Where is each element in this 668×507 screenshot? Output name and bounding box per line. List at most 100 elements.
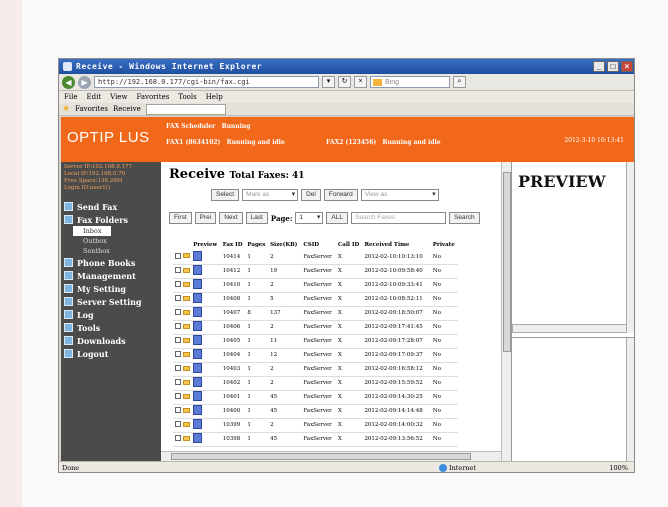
delete-button[interactable]: Del (301, 189, 321, 201)
sidebar-item-fax-folders[interactable]: Fax Folders (61, 213, 161, 226)
maximize-icon[interactable]: □ (607, 61, 619, 72)
preview-icon[interactable] (193, 265, 203, 275)
menu-view[interactable]: View (110, 91, 127, 103)
row-checkbox[interactable] (175, 281, 181, 287)
next-page-button[interactable]: Next (219, 212, 243, 224)
hscroll-thumb[interactable] (171, 453, 471, 460)
row-checkbox[interactable] (175, 267, 181, 273)
table-row[interactable]: 10405 1 11 FaxServer X 2012-02-09:17:28:07 No (173, 334, 458, 349)
row-checkbox[interactable] (175, 351, 181, 357)
sidebar-item-phone-books[interactable]: Phone Books (61, 256, 161, 269)
tab-blank[interactable] (145, 103, 226, 115)
select-button[interactable]: Select (211, 189, 240, 201)
all-button[interactable]: ALL (326, 212, 348, 224)
refresh-icon[interactable]: ↻ (338, 76, 351, 88)
page-select[interactable]: 1 (295, 212, 324, 224)
favorites-label[interactable]: Favorites (75, 105, 108, 113)
row-checkbox[interactable] (175, 323, 181, 329)
row-checkbox[interactable] (175, 393, 181, 399)
preview-icon[interactable] (193, 349, 203, 359)
preview-icon[interactable] (193, 433, 203, 443)
table-row[interactable]: 10398 1 45 FaxServer X 2012-02-09:13:56:52 No (173, 432, 458, 447)
back-icon[interactable]: ◀ (62, 75, 75, 89)
preview-icon[interactable] (193, 363, 203, 373)
row-checkbox[interactable] (175, 365, 181, 371)
minimize-icon[interactable]: _ (593, 61, 605, 72)
sidebar-item-management[interactable]: Management (61, 269, 161, 282)
preview-icon[interactable] (193, 391, 203, 401)
menu-file[interactable]: File (64, 91, 77, 103)
star-icon[interactable]: ★ (62, 104, 70, 114)
zoom-level[interactable]: 100% (609, 462, 628, 472)
security-zone: Internet (439, 462, 476, 472)
preview-icon[interactable] (193, 293, 203, 303)
sidebar-item-log[interactable]: Log (61, 308, 161, 321)
preview-icon[interactable] (193, 307, 203, 317)
preview-icon[interactable] (193, 321, 203, 331)
menu-favorites[interactable]: Favorites (136, 91, 169, 103)
preview-hscrollbar[interactable] (512, 324, 627, 333)
close-icon[interactable]: × (621, 61, 633, 72)
preview-icon[interactable] (193, 335, 203, 345)
url-input[interactable]: http://192.168.0.177/cgi-bin/fax.cgi (94, 76, 319, 88)
view-as-select[interactable]: View as (360, 189, 439, 201)
row-checkbox[interactable] (175, 337, 181, 343)
sidebar-sub-outbox[interactable]: Outbox (61, 236, 161, 246)
content-hscrollbar[interactable] (161, 451, 501, 461)
menu-edit[interactable]: Edit (86, 91, 101, 103)
search-faxes-input[interactable]: Search Faxes (351, 212, 446, 224)
stop-icon[interactable]: × (354, 76, 367, 88)
table-cell: 2012-02-09:15:59:52 (362, 376, 431, 391)
row-checkbox[interactable] (175, 295, 181, 301)
sidebar-item-send-fax[interactable]: Send Fax (61, 200, 161, 213)
mark-as-select[interactable]: Mark as (242, 189, 299, 201)
sidebar-sub-sentbox[interactable]: Sentbox (61, 246, 161, 256)
preview-icon[interactable] (193, 405, 203, 415)
table-row[interactable]: 10410 1 2 FaxServer X 2012-02-10:09:33:41 No (173, 278, 458, 293)
menu-help[interactable]: Help (206, 91, 223, 103)
row-checkbox[interactable] (175, 379, 181, 385)
row-checkbox[interactable] (175, 435, 181, 441)
table-row[interactable]: 10404 1 12 FaxServer X 2012-02-09:17:09:37 No (173, 348, 458, 363)
sidebar-item-server-setting[interactable]: Server Setting (61, 295, 161, 308)
prev-page-button[interactable]: Prei (194, 212, 217, 224)
table-row[interactable]: 10407 8 137 FaxServer X 2012-02-09:18:50:07 No (173, 306, 458, 321)
row-checkbox[interactable] (175, 309, 181, 315)
sidebar-item-logout[interactable]: Logout (61, 347, 161, 360)
preview-lower-scrollbar[interactable] (626, 338, 634, 461)
preview-icon[interactable] (193, 377, 203, 387)
content-scrollbar[interactable] (501, 162, 511, 461)
sidebar-sub-inbox[interactable]: Inbox (73, 226, 111, 236)
sidebar-item-tools[interactable]: Tools (61, 321, 161, 334)
row-checkbox[interactable] (175, 252, 181, 259)
sidebar-item-downloads[interactable]: Downloads (61, 334, 161, 347)
table-row[interactable]: 10406 1 2 FaxServer X 2012-02-09:17:41:45 No (173, 320, 458, 335)
row-checkbox[interactable] (175, 421, 181, 427)
search-button[interactable]: Search (449, 212, 480, 224)
sidebar-item-my-setting[interactable]: My Setting (61, 282, 161, 295)
search-icon[interactable]: ⌕ (453, 76, 466, 88)
menu-tools[interactable]: Tools (178, 91, 196, 103)
table-row[interactable]: 10402 1 2 FaxServer X 2012-02-09:15:59:52 No (173, 376, 458, 391)
preview-icon[interactable] (193, 250, 203, 261)
table-row[interactable]: 10414 1 2 FaxServer X 2012-02-10:10:13:10 No (173, 250, 458, 265)
table-row[interactable]: 10400 1 45 FaxServer X 2012-02-09:14:14:48 No (173, 404, 458, 419)
preview-icon[interactable] (193, 279, 203, 289)
table-row[interactable]: 10399 1 2 FaxServer X 2012-02-09:14:00:32 No (173, 418, 458, 433)
table-row[interactable]: 10412 1 19 FaxServer X 2012-02-10:09:58:40 No (173, 264, 458, 279)
table-row[interactable]: 10401 1 45 FaxServer X 2012-02-09:14:30:25 No (173, 390, 458, 405)
table-row[interactable]: 10403 1 2 FaxServer X 2012-02-09:16:58:12 No (173, 362, 458, 377)
preview-icon[interactable] (193, 419, 203, 429)
tab-receive[interactable]: Receive (113, 105, 141, 113)
scroll-thumb[interactable] (503, 172, 511, 352)
preview-scrollbar[interactable] (626, 162, 634, 333)
last-page-button[interactable]: Last (245, 212, 268, 224)
forward-button[interactable]: Forward (323, 189, 358, 201)
row-checkbox[interactable] (175, 407, 181, 413)
first-page-button[interactable]: First (169, 212, 192, 224)
download-icon (64, 336, 73, 345)
table-row[interactable]: 10408 1 5 FaxServer X 2012-02-10:08:52:11 No (173, 292, 458, 307)
search-input[interactable]: Bing (370, 76, 450, 88)
forward-icon[interactable]: ▶ (78, 75, 91, 89)
dropdown-icon[interactable]: ▾ (322, 76, 335, 88)
